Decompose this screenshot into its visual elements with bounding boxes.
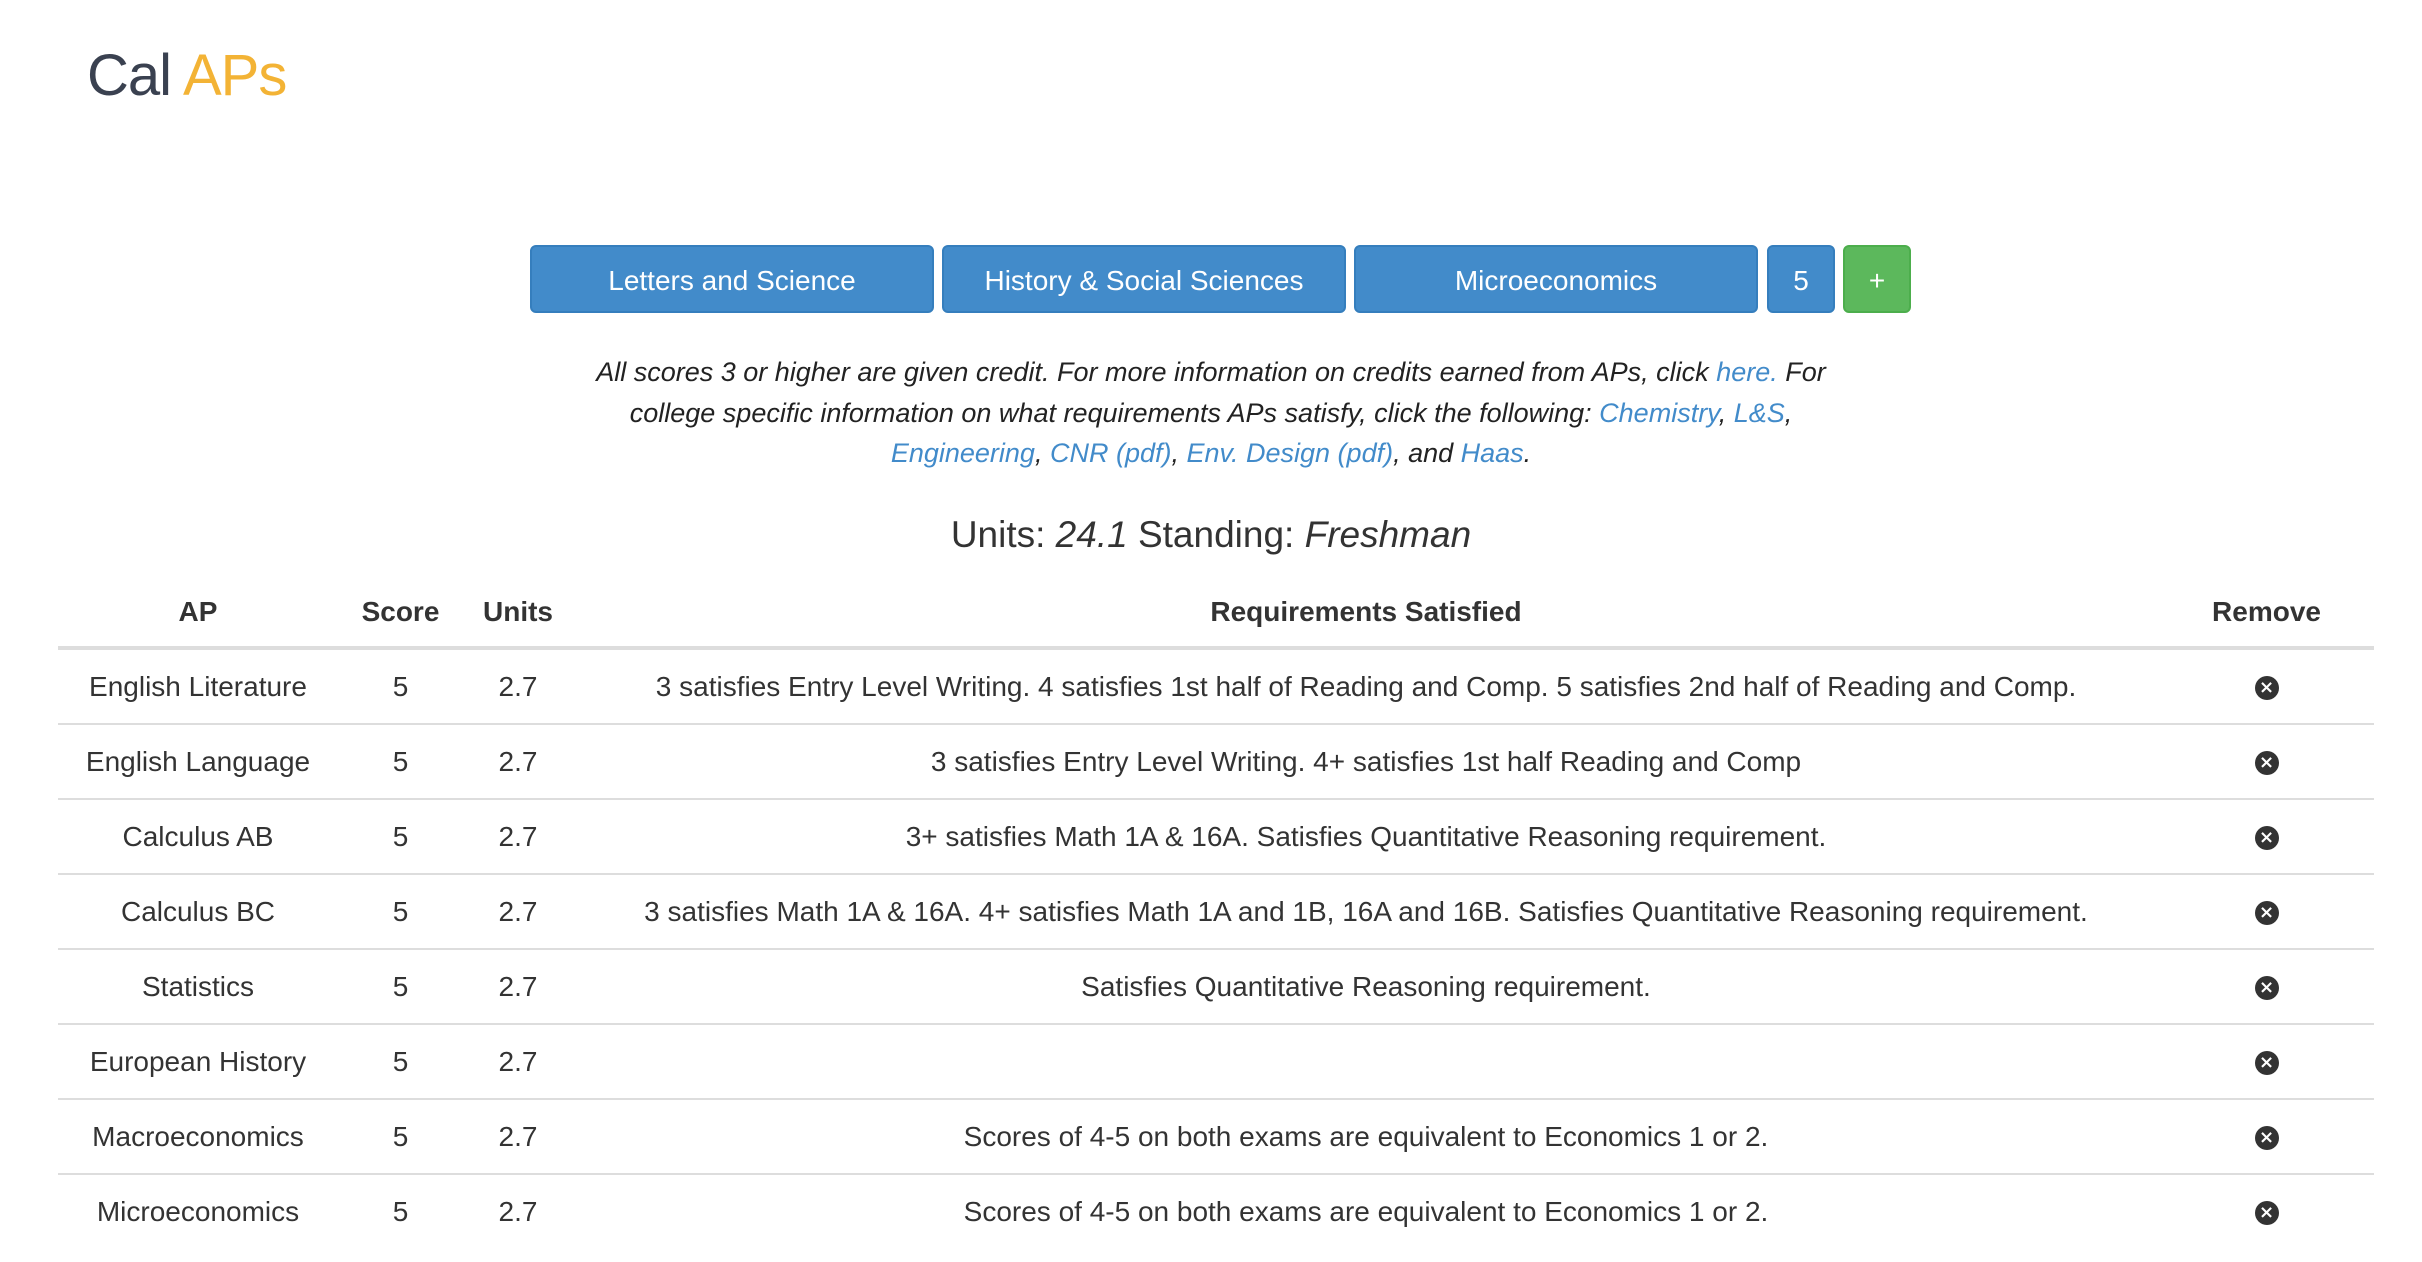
column-header-score: Score — [338, 578, 463, 650]
ap-name-cell: Macroeconomics — [58, 1099, 338, 1175]
ap-name-cell: Calculus BC — [58, 874, 338, 950]
units-label: Units: — [950, 514, 1046, 555]
credit-info: All scores 3 or higher are given credit.… — [561, 352, 1861, 474]
units-value: 24.1 — [1055, 514, 1128, 555]
table-row: Microeconomics 5 2.7 Scores of 4-5 on both … — [58, 1174, 2374, 1248]
brand-logo[interactable]: Cal APs — [87, 38, 287, 114]
brand-aps: APs — [182, 43, 287, 108]
table-header-row: AP Score Units Requirements Satisfied Re… — [58, 578, 2374, 650]
remove-cell: × — [2159, 724, 2374, 800]
info-separator: , — [1171, 438, 1187, 468]
remove-icon[interactable]: × — [2254, 676, 2279, 701]
ap-name-cell: European History — [58, 1024, 338, 1100]
remove-icon[interactable]: × — [2254, 901, 2279, 926]
info-separator: , — [1784, 397, 1793, 428]
column-header-units: Units — [463, 578, 573, 650]
score-cell: 5 — [338, 874, 463, 950]
requirements-cell: Satisfies Quantitative Reasoning require… — [573, 949, 2159, 1025]
units-cell: 2.7 — [463, 799, 573, 875]
score-cell: 5 — [392, 1195, 409, 1227]
units-cell: 2.7 — [463, 874, 573, 950]
score-cell: 5 — [338, 1024, 463, 1100]
here-link[interactable]: here. — [1716, 357, 1778, 387]
remove-icon[interactable]: × — [2254, 826, 2279, 851]
standing-label: Standing: — [1137, 514, 1295, 555]
info-text: All scores 3 or higher are given credit.… — [596, 357, 1717, 387]
category-dropdown[interactable]: History & Social Sciences — [942, 245, 1346, 313]
remove-cell: × — [2159, 799, 2374, 875]
ap-name-cell: Statistics — [58, 949, 338, 1025]
ap-name-cell: Microeconomics — [96, 1195, 300, 1227]
remove-icon[interactable]: × — [2254, 1051, 2279, 1076]
remove-cell: × — [2159, 949, 2374, 1025]
requirements-cell: 3+ satisfies Math 1A & 16A. Satisfies Qu… — [573, 799, 2159, 875]
score-cell: 5 — [338, 648, 463, 725]
brand-cal: Cal — [87, 43, 172, 108]
table-row: Calculus BC 5 2.7 3 satisfies Math 1A & 16A… — [58, 874, 2374, 950]
units-cell: 2.7 — [463, 1099, 573, 1175]
units-cell: 2.7 — [498, 1195, 538, 1227]
column-header-remove: Remove — [2159, 578, 2374, 650]
remove-cell: × — [2159, 1024, 2374, 1100]
score-cell: 5 — [338, 949, 463, 1025]
remove-cell: × — [2159, 874, 2374, 950]
ap-name-cell: English Language — [58, 724, 338, 800]
chemistry-link[interactable]: Chemistry — [1599, 398, 1719, 428]
table-row: Statistics 5 2.7 Satisfies Quantitative Rea… — [58, 949, 2374, 1025]
env-design-link[interactable]: Env. Design (pdf) — [1186, 438, 1393, 468]
table-row: English Literature 5 2.7 3 satisfies Entry … — [58, 648, 2374, 725]
add-ap-button[interactable]: + — [1843, 245, 1911, 313]
info-separator: , and — [1393, 438, 1461, 468]
exam-dropdown[interactable]: Microeconomics — [1354, 245, 1758, 313]
ap-selector-bar: Letters and Science History & Social Sci… — [0, 245, 2422, 313]
remove-cell: × — [2159, 648, 2374, 725]
score-dropdown[interactable]: 5 — [1767, 245, 1835, 313]
score-cell: 5 — [338, 724, 463, 800]
remove-icon[interactable]: × — [2254, 751, 2279, 776]
college-dropdown[interactable]: Letters and Science — [530, 245, 934, 313]
column-header-requirements: Requirements Satisfied — [573, 578, 2159, 650]
haas-link[interactable]: Haas — [1461, 438, 1524, 468]
table-row: Macroeconomics 5 2.7 Scores of 4-5 on both … — [58, 1099, 2374, 1175]
requirements-cell — [573, 1024, 2159, 1100]
remove-cell: × — [2159, 1174, 2374, 1248]
requirements-cell: 3 satisfies Entry Level Writing. 4+ sati… — [573, 724, 2159, 800]
remove-icon[interactable]: × — [2254, 1201, 2279, 1226]
remove-cell: × — [2159, 1099, 2374, 1175]
table-row: English Language 5 2.7 3 satisfies Entry Le… — [58, 724, 2374, 800]
units-cell: 2.7 — [463, 648, 573, 725]
ls-link[interactable]: L&S — [1734, 398, 1785, 428]
table-row: European History 5 2.7 × — [58, 1024, 2374, 1100]
requirements-cell: 3 satisfies Entry Level Writing. 4 satis… — [573, 648, 2159, 725]
remove-icon[interactable]: × — [2254, 1126, 2279, 1151]
cnr-link[interactable]: CNR (pdf) — [1050, 438, 1172, 468]
requirements-cell: Scores of 4-5 on both exams are equivale… — [573, 1099, 2159, 1175]
score-cell: 5 — [338, 1099, 463, 1175]
score-cell: 5 — [338, 799, 463, 875]
ap-name-cell: Calculus AB — [58, 799, 338, 875]
ap-name-cell: English Literature — [58, 648, 338, 725]
info-text: . — [1523, 438, 1532, 468]
engineering-link[interactable]: Engineering — [891, 438, 1035, 468]
standing-value: Freshman — [1304, 514, 1472, 555]
units-cell: 2.7 — [463, 724, 573, 800]
units-standing-summary: Units: 24.1 Standing: Freshman — [0, 508, 2422, 562]
info-separator: , — [1034, 438, 1050, 468]
column-header-ap: AP — [58, 578, 338, 650]
units-cell: 2.7 — [463, 949, 573, 1025]
remove-icon[interactable]: × — [2254, 976, 2279, 1001]
ap-table: AP Score Units Requirements Satisfied Re… — [58, 578, 2374, 1248]
table-row: Calculus AB 5 2.7 3+ satisfies Math 1A & 16… — [58, 799, 2374, 875]
info-separator: , — [1718, 397, 1734, 428]
requirements-cell: 3 satisfies Math 1A & 16A. 4+ satisfies … — [573, 874, 2159, 950]
requirements-cell: Scores of 4-5 on both exams are equivale… — [963, 1195, 1769, 1227]
units-cell: 2.7 — [463, 1024, 573, 1100]
